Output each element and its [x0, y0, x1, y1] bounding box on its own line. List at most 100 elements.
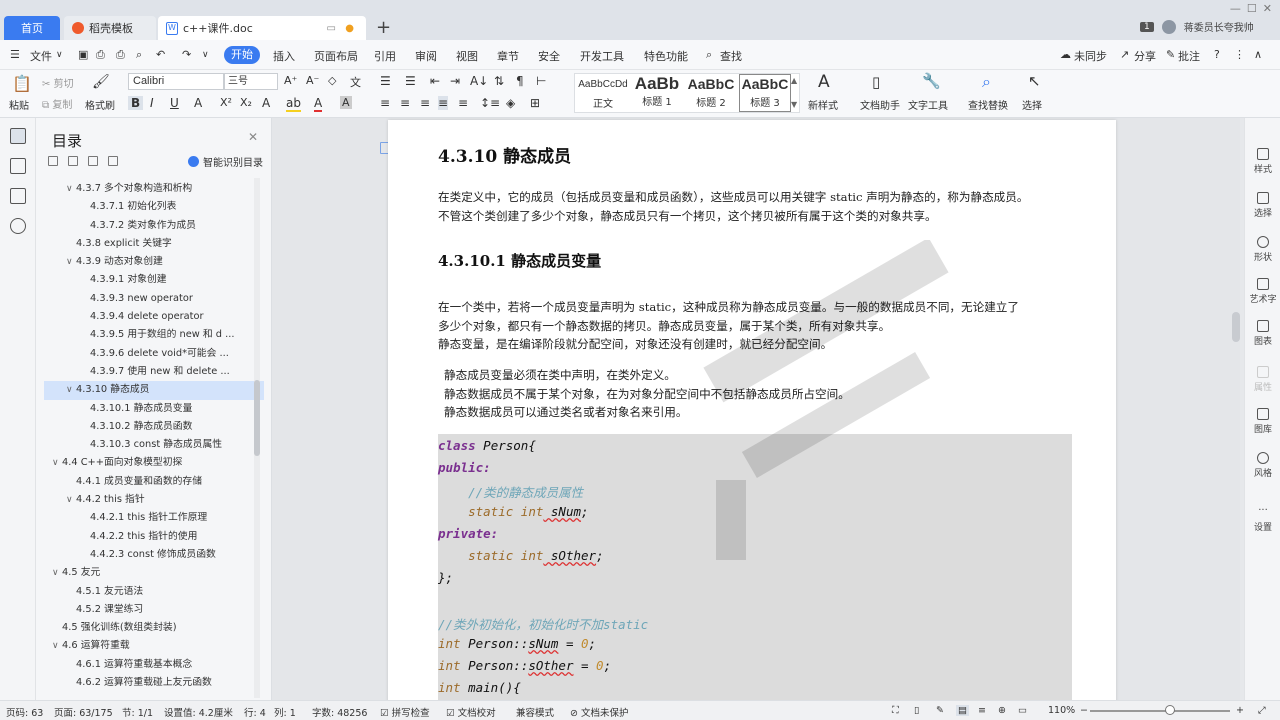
bold-icon[interactable]: B	[128, 96, 144, 110]
toc-item[interactable]: 4.5 强化训练(数组类封装)	[44, 619, 264, 637]
full-screen-icon[interactable]: ▯	[914, 705, 919, 716]
toc-item[interactable]: ∨ 4.4 C++面向对象模型初探	[44, 454, 264, 472]
toc-item[interactable]: ∨ 4.3.9 动态对象创建	[44, 253, 264, 271]
more-options-icon[interactable]: ⋮	[1234, 48, 1245, 61]
comment-button[interactable]: 批注	[1178, 48, 1200, 64]
panel-gallery[interactable]: 图库	[1245, 408, 1280, 435]
style-heading-2[interactable]: AaBbC 标题 2	[685, 74, 737, 112]
toc-item[interactable]: 4.3.10.2 静态成员函数	[44, 418, 264, 436]
status-setting[interactable]: 设置值: 4.2厘米	[164, 705, 233, 719]
align-left-icon[interactable]: ≡	[380, 96, 390, 110]
toc-item[interactable]: 4.3.9.1 对象创建	[44, 271, 264, 289]
menu-search[interactable]: 查找	[720, 48, 742, 64]
italic-icon[interactable]: I	[150, 96, 154, 110]
toc-expand-icon[interactable]: ∨	[66, 253, 76, 271]
status-col[interactable]: 列: 1	[274, 705, 296, 719]
web-view-icon[interactable]: ⊕	[998, 705, 1006, 716]
toc-item[interactable]: ∨ 4.4.2 this 指针	[44, 491, 264, 509]
pen-mode-icon[interactable]: ✎	[936, 705, 944, 716]
tab-home[interactable]: 首页	[4, 16, 60, 40]
menu-file[interactable]: 文件	[30, 48, 52, 64]
toc-item[interactable]: 4.3.7.1 初始化列表	[44, 198, 264, 216]
toc-expand-icon[interactable]: ∨	[52, 637, 62, 655]
menu-features[interactable]: 特色功能	[644, 48, 688, 64]
toc-item[interactable]: 4.3.9.6 delete void*可能会 ...	[44, 345, 264, 363]
wrench-icon[interactable]: 🔧	[922, 72, 941, 90]
sync-icon[interactable]: ☁	[1060, 48, 1071, 61]
toc-item[interactable]: 4.5.2 课堂练习	[44, 601, 264, 619]
export-pdf-icon[interactable]: ⎙	[96, 48, 105, 62]
smart-toc-button[interactable]: 智能识别目录	[188, 154, 263, 169]
align-center-icon[interactable]: ≡	[400, 96, 410, 110]
spell-check-button[interactable]: ☑ 拼写检查	[380, 705, 430, 719]
doc-helper-button[interactable]: 文档助手	[860, 97, 900, 112]
borders-icon[interactable]: ⊞	[530, 96, 540, 110]
font-color-a-icon[interactable]: A	[262, 96, 270, 110]
menu-page-layout[interactable]: 页面布局	[314, 48, 358, 64]
panel-styles[interactable]: 样式	[1245, 148, 1280, 175]
read-view-icon[interactable]: ▭	[1018, 705, 1027, 716]
menu-dev-tools[interactable]: 开发工具	[580, 48, 624, 64]
heading-static-members[interactable]: 4.3.10 静态成员	[438, 142, 571, 167]
outline-view-icon[interactable]: ≡	[978, 705, 986, 716]
new-style-icon[interactable]: A	[818, 72, 830, 92]
new-style-button[interactable]: 新样式	[808, 97, 838, 112]
numbering-icon[interactable]: ☰	[405, 74, 416, 88]
redo-icon[interactable]: ↷	[182, 48, 191, 61]
remove-entry-icon[interactable]	[108, 156, 118, 166]
code-block[interactable]: class Person{ public: //类的静态成员属性 static …	[438, 434, 1072, 700]
toc-item[interactable]: 4.3.9.7 使用 new 和 delete ...	[44, 363, 264, 381]
font-effect-icon[interactable]: A	[194, 96, 202, 110]
clear-format-icon[interactable]: ◇	[328, 74, 336, 87]
style-heading-1[interactable]: AaBb 标题 1	[631, 74, 683, 112]
print-icon[interactable]: ⎙	[116, 48, 125, 62]
toc-expand-icon[interactable]: ∨	[66, 491, 76, 509]
chevron-down-icon[interactable]: ∨	[56, 50, 63, 60]
toc-expand-icon[interactable]: ∨	[66, 180, 76, 198]
gallery-down-icon[interactable]: ▼	[791, 100, 797, 109]
toc-item[interactable]: 4.5.1 友元语法	[44, 583, 264, 601]
cut-button[interactable]: ✂ 剪切	[42, 75, 74, 90]
save-icon[interactable]: ▣	[78, 48, 88, 61]
close-icon[interactable]: ✕	[248, 130, 258, 144]
doc-helper-icon[interactable]: ▯	[872, 73, 880, 91]
toc-scroll-thumb[interactable]	[254, 380, 260, 456]
undo-icon[interactable]: ↶	[156, 48, 165, 61]
menu-security[interactable]: 安全	[538, 48, 560, 64]
paragraph[interactable]: 在类定义中，它的成员（包括成员变量和成员函数），这些成员可以用关键字 stati…	[438, 188, 1078, 225]
preview-icon[interactable]: ⌕	[136, 48, 142, 62]
toc-item[interactable]: 4.3.10.3 const 静态成员属性	[44, 436, 264, 454]
protection-button[interactable]: ⊘ 文档未保护	[570, 705, 629, 719]
toc-item[interactable]: ∨ 4.6 运算符重载	[44, 637, 264, 655]
maximize-icon[interactable]: ☐	[1247, 2, 1257, 15]
align-right-icon[interactable]: ≡	[420, 96, 430, 110]
help-icon[interactable]: ?	[1214, 48, 1220, 61]
toc-item[interactable]: 4.3.9.3 new operator	[44, 290, 264, 308]
panel-shapes[interactable]: 形状	[1245, 236, 1280, 263]
text-direction-icon[interactable]: A↓	[470, 74, 488, 88]
toc-item[interactable]: ∨ 4.3.7 多个对象构造和析构	[44, 180, 264, 198]
select-button[interactable]: 选择	[1022, 97, 1042, 112]
menu-review[interactable]: 审阅	[415, 48, 437, 64]
grow-font-icon[interactable]: A⁺	[284, 74, 297, 87]
document-scroll-thumb[interactable]	[1232, 312, 1240, 342]
heading-static-member-vars[interactable]: 4.3.10.1 静态成员变量	[438, 250, 601, 271]
font-color-icon[interactable]: A	[314, 96, 323, 112]
panel-charts[interactable]: 图表	[1245, 320, 1280, 347]
panel-select[interactable]: 选择	[1245, 192, 1280, 219]
toc-item[interactable]: 4.6.2 运算符重载碰上友元函数	[44, 674, 264, 692]
window-count-badge[interactable]: 1	[1140, 21, 1154, 32]
justify-icon[interactable]: ≡	[438, 96, 449, 110]
toc-nav-icon[interactable]	[10, 128, 26, 144]
style-normal[interactable]: AaBbCcDd 正文	[577, 74, 629, 112]
increase-indent-icon[interactable]: ⇥	[450, 74, 460, 88]
user-name[interactable]: 蒋委员长夸我帅	[1184, 19, 1254, 34]
toc-item[interactable]: 4.3.7.2 类对象作为成员	[44, 217, 264, 235]
shrink-font-icon[interactable]: A⁻	[306, 74, 319, 87]
share-button[interactable]: 分享	[1134, 48, 1156, 64]
bullets-icon[interactable]: ☰	[380, 74, 391, 88]
paragraph[interactable]: 在一个类中，若将一个成员变量声明为 static，这种成员称为静态成员变量。与一…	[438, 298, 1078, 354]
tab-document[interactable]: Wc++课件.doc ● ▭	[158, 16, 366, 40]
monitor-icon[interactable]: ▭	[327, 23, 336, 34]
toc-item[interactable]: 4.3.9.5 用于数组的 new 和 d ...	[44, 326, 264, 344]
